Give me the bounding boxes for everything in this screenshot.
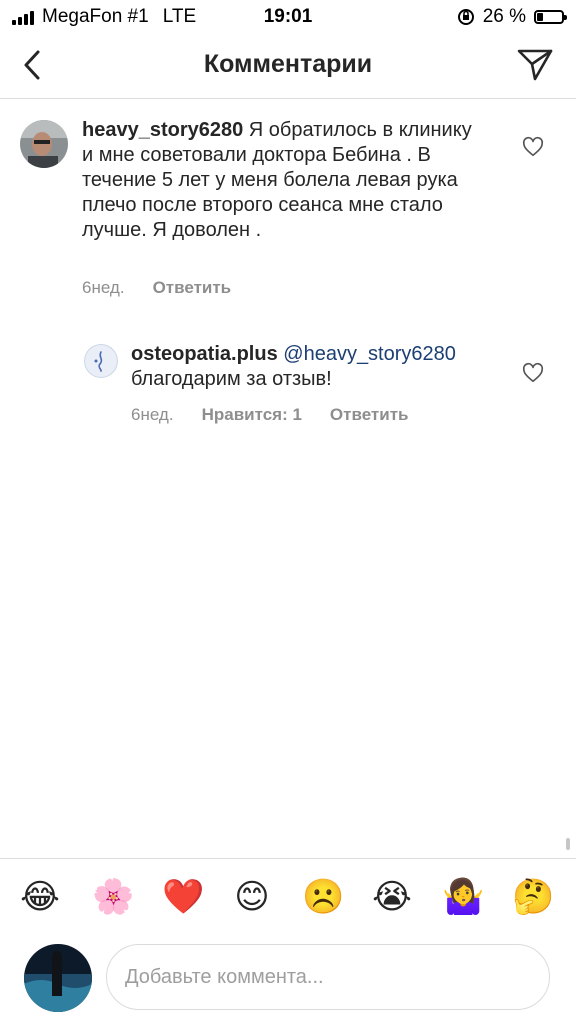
- battery-icon: [534, 10, 567, 24]
- avatar[interactable]: [20, 120, 68, 168]
- likes-count[interactable]: Нравится: 1: [202, 405, 302, 425]
- reply-mention[interactable]: @heavy_story6280: [283, 343, 456, 365]
- reply-username[interactable]: osteopatia.plus: [131, 343, 278, 365]
- heart-icon: [522, 136, 544, 157]
- status-right: 26 %: [457, 6, 567, 28]
- page-title: Комментарии: [203, 50, 373, 78]
- reply-time: 6нед.: [131, 405, 174, 424]
- emoji-heart-icon[interactable]: ❤️: [162, 877, 204, 917]
- emoji-flower-icon[interactable]: 🌸: [92, 877, 134, 917]
- emoji-laughing-icon[interactable]: 😂: [20, 877, 60, 917]
- like-button[interactable]: [522, 362, 544, 384]
- comment-input[interactable]: [106, 944, 550, 1010]
- reply-button[interactable]: Ответить: [330, 405, 409, 425]
- reply-text-block: osteopatia.plus @heavy_story6280 благода…: [131, 342, 501, 392]
- emoji-thinking-icon[interactable]: 🤔: [512, 877, 554, 917]
- emoji-crying-icon[interactable]: 😭: [372, 877, 412, 917]
- status-bar: MegaFon #1 LTE 19:01 26 %: [0, 0, 576, 34]
- paper-plane-icon: [517, 49, 553, 81]
- battery-percent: 26 %: [482, 6, 526, 27]
- like-button[interactable]: [522, 136, 544, 158]
- comment-time: 6нед.: [82, 278, 125, 297]
- comment-item: heavy_story6280 Я обратилось в клинику и…: [0, 100, 576, 310]
- comment-meta: 6нед. Ответить: [82, 278, 231, 298]
- emoji-smile-icon[interactable]: 😊: [232, 877, 272, 917]
- reply-button[interactable]: Ответить: [153, 278, 232, 298]
- scroll-indicator: [566, 838, 570, 850]
- battery-fill: [537, 13, 543, 21]
- reply-meta: 6нед. Нравится: 1 Ответить: [131, 405, 408, 425]
- comment-text-block: heavy_story6280 Я обратилось в клинику и…: [82, 118, 482, 243]
- heart-icon: [522, 362, 544, 383]
- current-user-avatar: [24, 944, 92, 1012]
- emoji-bar: 😂 🌸 ❤️ 😊 ☹️ 😭 🤷‍♀️ 🤔: [0, 858, 576, 935]
- comment-username[interactable]: heavy_story6280: [82, 119, 243, 141]
- reply-body: благодарим за отзыв!: [131, 368, 332, 390]
- share-button[interactable]: [516, 46, 554, 84]
- emoji-frown-icon[interactable]: ☹️: [302, 877, 344, 917]
- emoji-shrug-icon[interactable]: 🤷‍♀️: [442, 877, 484, 917]
- orientation-lock-icon: [457, 9, 474, 25]
- header: Комментарии: [0, 34, 576, 99]
- avatar[interactable]: [84, 344, 118, 378]
- reply-item: osteopatia.plus @heavy_story6280 благода…: [0, 330, 576, 440]
